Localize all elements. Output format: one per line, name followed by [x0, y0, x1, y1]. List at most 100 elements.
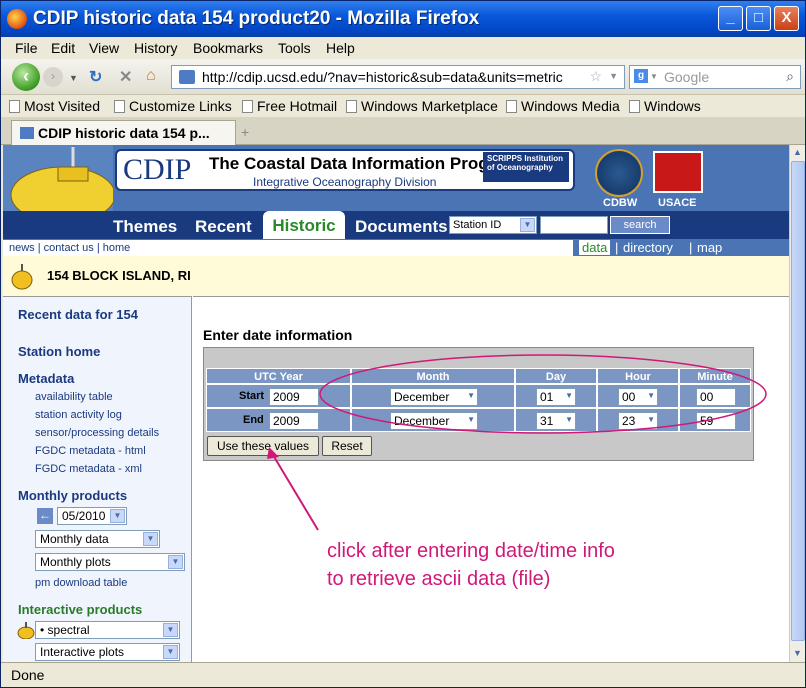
- site-favicon-icon: [20, 127, 34, 139]
- end-minute-input[interactable]: 59: [696, 412, 736, 430]
- station-search-input[interactable]: [540, 216, 608, 234]
- nav-themes[interactable]: Themes: [113, 217, 177, 237]
- month-select[interactable]: 05/2010 ▼: [57, 507, 127, 525]
- forward-arrow-icon[interactable]: ›: [43, 67, 63, 87]
- start-month-select[interactable]: December ▼: [390, 388, 478, 406]
- reload-icon[interactable]: ↻: [89, 67, 102, 87]
- maximize-button[interactable]: □: [746, 6, 771, 31]
- scroll-down-arrow-icon[interactable]: ▼: [793, 648, 802, 658]
- bookmark-windows-marketplace[interactable]: Windows Marketplace: [346, 98, 498, 114]
- history-dropdown-icon[interactable]: ▼: [69, 73, 78, 83]
- start-label: Start: [239, 390, 265, 402]
- close-button[interactable]: X: [774, 6, 799, 31]
- menu-bookmarks[interactable]: Bookmarks: [193, 40, 263, 56]
- fgdc-html-link[interactable]: FGDC metadata - html: [35, 445, 146, 457]
- monthly-plots-select[interactable]: Monthly plots ▼: [35, 553, 185, 571]
- division-name: Integrative Oceanography Division: [253, 175, 437, 189]
- chevron-down-icon: ▼: [143, 532, 158, 546]
- end-month-select[interactable]: December ▼: [390, 412, 478, 430]
- interactive-plots-select[interactable]: Interactive plots ▼: [35, 643, 180, 661]
- header-day: Day: [515, 368, 597, 384]
- search-box[interactable]: g ▼ Google ⌕: [629, 65, 801, 89]
- start-minute-input[interactable]: 00: [696, 388, 736, 406]
- search-button[interactable]: search: [610, 216, 670, 234]
- vertical-scrollbar[interactable]: ▲ ▼: [789, 145, 805, 662]
- pm-download-link[interactable]: pm download table: [35, 577, 127, 589]
- bookmark-customize-links[interactable]: Customize Links: [114, 98, 232, 114]
- nav-recent[interactable]: Recent: [195, 217, 252, 237]
- title-bar: CDIP historic data 154 product20 - Mozil…: [1, 1, 805, 37]
- station-id-select[interactable]: Station ID ▼: [449, 216, 537, 234]
- subnav-directory[interactable]: directory: [623, 240, 673, 255]
- sub-nav: data | directory | map: [573, 240, 789, 256]
- bookmark-most-visited[interactable]: Most Visited: [9, 98, 100, 114]
- end-row: End 2009 December ▼ 31 ▼ 23 ▼ 59: [206, 408, 751, 432]
- back-arrow-icon[interactable]: ‹: [12, 63, 40, 91]
- menu-view[interactable]: View: [89, 40, 119, 56]
- bookmark-windows-media[interactable]: Windows Media: [506, 98, 620, 114]
- sensor-processing-link[interactable]: sensor/processing details: [35, 427, 159, 439]
- scrollbar-thumb[interactable]: [791, 161, 805, 641]
- menu-history[interactable]: History: [134, 40, 178, 56]
- bookmark-free-hotmail[interactable]: Free Hotmail: [242, 98, 337, 114]
- scroll-up-arrow-icon[interactable]: ▲: [793, 147, 802, 157]
- station-home-link[interactable]: Station home: [18, 344, 100, 359]
- fgdc-xml-link[interactable]: FGDC metadata - xml: [35, 463, 142, 475]
- minimize-button[interactable]: _: [718, 6, 743, 31]
- menu-help[interactable]: Help: [326, 40, 355, 56]
- site-links[interactable]: news | contact us | home: [9, 242, 130, 254]
- address-bar[interactable]: http://cdip.ucsd.edu/?nav=historic&sub=d…: [171, 65, 625, 89]
- page-icon: [506, 100, 517, 113]
- end-day-select[interactable]: 31 ▼: [536, 412, 576, 430]
- annotation-line-2: to retrieve ascii data (file): [327, 568, 551, 590]
- window-title: CDIP historic data 154 product20 - Mozil…: [33, 8, 480, 29]
- site-nav: Themes Recent Historic Documents Station…: [3, 211, 789, 239]
- end-hour-select[interactable]: 23 ▼: [618, 412, 658, 430]
- status-text: Done: [11, 667, 45, 683]
- browser-window: CDIP historic data 154 product20 - Mozil…: [0, 0, 806, 688]
- usace-label: USACE: [658, 197, 697, 209]
- home-icon[interactable]: ⌂: [146, 67, 156, 85]
- start-hour-select[interactable]: 00 ▼: [618, 388, 658, 406]
- nav-documents[interactable]: Documents: [355, 217, 448, 237]
- end-year-input[interactable]: 2009: [269, 412, 319, 430]
- bookmark-windows[interactable]: Windows: [629, 98, 701, 114]
- station-activity-log-link[interactable]: station activity log: [35, 409, 122, 421]
- monthly-type-select[interactable]: Monthly data ▼: [35, 530, 160, 548]
- tab-cdip-historic[interactable]: CDIP historic data 154 p...: [11, 120, 236, 145]
- tab-bar: CDIP historic data 154 p... +: [1, 117, 805, 145]
- search-icon[interactable]: ⌕: [786, 68, 794, 85]
- bookmarks-toolbar: Most Visited Customize Links Free Hotmai…: [1, 95, 805, 117]
- start-year-input[interactable]: 2009: [269, 388, 319, 406]
- new-tab-button[interactable]: +: [241, 124, 249, 140]
- menu-file[interactable]: File: [15, 40, 38, 56]
- use-these-values-button[interactable]: Use these values: [207, 436, 319, 456]
- chevron-down-icon: ▼: [110, 509, 125, 523]
- buoy-icon: [11, 264, 33, 290]
- spectral-select[interactable]: • spectral ▼: [35, 621, 180, 639]
- bookmark-star-icon[interactable]: ☆: [589, 68, 602, 85]
- search-engine-dropdown-icon[interactable]: ▼: [650, 72, 658, 81]
- subnav-map[interactable]: map: [697, 240, 722, 255]
- google-icon[interactable]: g: [634, 69, 648, 83]
- main-panel: Enter date information UTC Year Month Da…: [193, 296, 789, 662]
- site-favicon-icon: [179, 70, 195, 84]
- start-day-select[interactable]: 01 ▼: [536, 388, 576, 406]
- stop-icon[interactable]: ✕: [119, 67, 132, 87]
- reset-button[interactable]: Reset: [322, 436, 372, 456]
- cdbw-seal-icon: [595, 149, 643, 197]
- menu-edit[interactable]: Edit: [51, 40, 75, 56]
- chevron-down-icon: ▼: [467, 415, 475, 424]
- url-dropdown-icon[interactable]: ▼: [609, 71, 618, 81]
- sidebar: Recent data for 154 Station home Metadat…: [3, 296, 192, 662]
- program-name: The Coastal Data Information Program: [209, 154, 520, 173]
- annotation-text: click after entering date/time info to r…: [327, 537, 615, 593]
- form-title: Enter date information: [203, 327, 353, 343]
- recent-data-link[interactable]: Recent data for 154: [18, 307, 138, 322]
- prev-month-arrow-icon[interactable]: ←: [37, 508, 53, 524]
- chevron-down-icon: ▼: [520, 218, 535, 232]
- nav-historic[interactable]: Historic: [263, 211, 345, 239]
- subnav-data[interactable]: data: [579, 240, 611, 255]
- menu-tools[interactable]: Tools: [278, 40, 311, 56]
- availability-table-link[interactable]: availability table: [35, 391, 113, 403]
